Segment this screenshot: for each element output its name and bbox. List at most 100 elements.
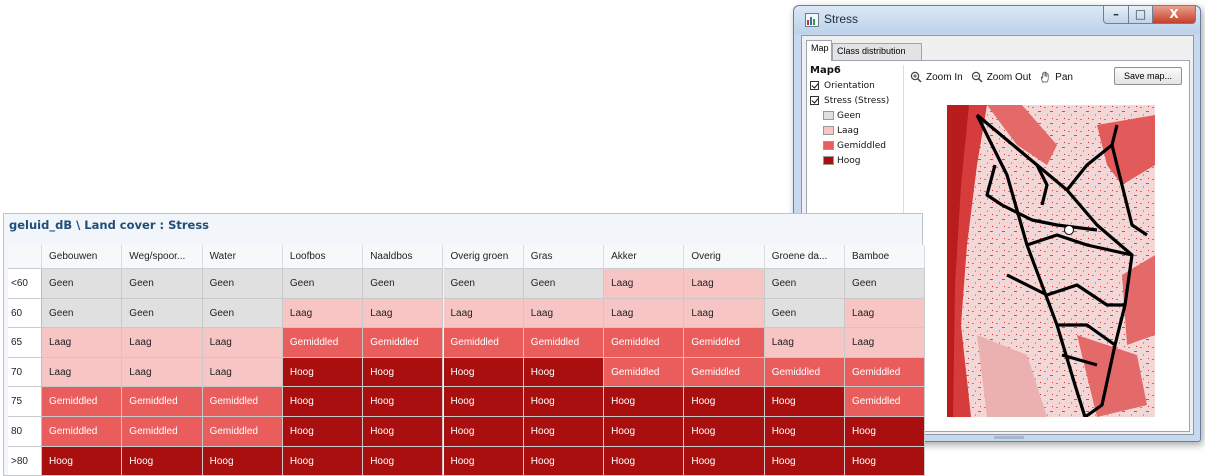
orientation-checkbox[interactable] (810, 81, 819, 90)
table-cell[interactable]: Gemiddled (764, 357, 845, 388)
table-cell[interactable]: Geen (282, 269, 364, 299)
table-cell[interactable]: Gemiddled (604, 328, 685, 358)
table-cell[interactable]: Gemiddled (282, 328, 364, 358)
table-cell[interactable]: Laag (42, 328, 123, 358)
table-cell[interactable]: Hoog (443, 357, 524, 388)
tab-class-distribution[interactable]: Class distribution (832, 43, 922, 60)
table-cell[interactable]: Geen (42, 298, 123, 329)
table-cell[interactable]: Hoog (523, 387, 605, 417)
column-header[interactable]: Gras (523, 245, 605, 269)
table-cell[interactable]: Geen (122, 269, 203, 299)
table-cell[interactable]: Hoog (443, 446, 524, 476)
column-header[interactable]: Water (202, 245, 283, 269)
table-cell[interactable]: Geen (764, 298, 845, 329)
pan-tool[interactable]: Pan (1039, 71, 1073, 83)
table-cell[interactable]: Gemiddled (202, 417, 283, 447)
table-cell[interactable]: Hoog (764, 446, 845, 476)
table-cell[interactable]: Geen (523, 269, 605, 299)
zoom-in-tool[interactable]: Zoom In (910, 71, 963, 83)
table-cell[interactable]: Hoog (42, 446, 123, 476)
table-cell[interactable]: Laag (202, 328, 283, 358)
table-cell[interactable]: Gemiddled (684, 357, 765, 388)
table-cell[interactable]: Gemiddled (202, 387, 283, 417)
table-cell[interactable]: Hoog (604, 417, 685, 447)
table-cell[interactable]: Hoog (764, 387, 845, 417)
table-cell[interactable]: Laag (604, 298, 685, 329)
table-cell[interactable]: Geen (42, 269, 123, 299)
table-cell[interactable]: Laag (443, 298, 524, 329)
table-cell[interactable]: Hoog (363, 417, 444, 447)
minimize-button[interactable]: – (1103, 6, 1129, 24)
table-cell[interactable]: Hoog (443, 387, 524, 417)
column-header[interactable]: Gebouwen (42, 245, 123, 269)
table-cell[interactable]: Hoog (845, 446, 926, 476)
table-cell[interactable]: Hoog (684, 417, 765, 447)
table-cell[interactable]: Geen (845, 269, 926, 299)
table-cell[interactable]: Geen (764, 269, 845, 299)
table-cell[interactable]: Hoog (202, 446, 283, 476)
table-cell[interactable]: Hoog (363, 357, 444, 388)
table-cell[interactable]: Hoog (684, 446, 765, 476)
stress-checkbox[interactable] (810, 96, 819, 105)
column-header[interactable]: Akker (604, 245, 685, 269)
table-cell[interactable]: Hoog (684, 387, 765, 417)
table-cell[interactable]: Gemiddled (363, 328, 444, 358)
table-cell[interactable]: Hoog (845, 417, 926, 447)
column-header[interactable]: Groene da... (764, 245, 845, 269)
table-cell[interactable]: Laag (202, 357, 283, 388)
table-cell[interactable]: Gemiddled (604, 357, 685, 388)
legend-layer-stress[interactable]: Stress (Stress) (810, 93, 900, 108)
table-cell[interactable]: Gemiddled (122, 417, 203, 447)
table-cell[interactable]: Hoog (122, 446, 203, 476)
column-header[interactable]: Bamboe (845, 245, 926, 269)
table-cell[interactable]: Laag (764, 328, 845, 358)
table-cell[interactable]: Gemiddled (42, 387, 123, 417)
resize-handle[interactable] (994, 436, 1024, 439)
table-cell[interactable]: Laag (122, 328, 203, 358)
close-button[interactable]: X (1152, 6, 1196, 24)
column-header[interactable]: Overig groen (443, 245, 524, 269)
table-cell[interactable]: Hoog (604, 446, 685, 476)
column-header[interactable]: Naaldbos (363, 245, 444, 269)
table-cell[interactable]: Gemiddled (684, 328, 765, 358)
column-header[interactable]: Loofbos (282, 245, 364, 269)
table-cell[interactable]: Geen (202, 298, 283, 329)
table-cell[interactable]: Hoog (604, 387, 685, 417)
table-cell[interactable]: Gemiddled (42, 417, 123, 447)
maximize-button[interactable]: □ (1128, 6, 1153, 24)
table-cell[interactable]: Gemiddled (845, 387, 926, 417)
table-cell[interactable]: Laag (684, 298, 765, 329)
table-cell[interactable]: Hoog (523, 417, 605, 447)
save-map-button[interactable]: Save map... (1114, 67, 1182, 85)
column-header[interactable]: Overig (684, 245, 765, 269)
table-cell[interactable]: Hoog (282, 446, 364, 476)
stress-map[interactable] (947, 105, 1155, 417)
table-cell[interactable]: Hoog (363, 446, 444, 476)
table-cell[interactable]: Hoog (282, 357, 364, 388)
table-cell[interactable]: Laag (523, 298, 605, 329)
table-cell[interactable]: Laag (42, 357, 123, 388)
tab-map[interactable]: Map (806, 40, 832, 61)
table-cell[interactable]: Gemiddled (443, 328, 524, 358)
table-cell[interactable]: Laag (282, 298, 364, 329)
table-cell[interactable]: Hoog (363, 387, 444, 417)
column-header[interactable]: Weg/spoor... (122, 245, 203, 269)
table-cell[interactable]: Gemiddled (122, 387, 203, 417)
table-cell[interactable]: Laag (845, 298, 926, 329)
table-cell[interactable]: Laag (684, 269, 765, 299)
table-cell[interactable]: Geen (202, 269, 283, 299)
table-cell[interactable]: Hoog (523, 446, 605, 476)
table-cell[interactable]: Laag (122, 357, 203, 388)
zoom-out-tool[interactable]: Zoom Out (971, 71, 1031, 83)
table-cell[interactable]: Hoog (523, 357, 605, 388)
table-cell[interactable]: Laag (845, 328, 926, 358)
table-cell[interactable]: Hoog (282, 417, 364, 447)
table-cell[interactable]: Laag (363, 298, 444, 329)
table-cell[interactable]: Geen (363, 269, 444, 299)
title-bar[interactable]: Stress – □ X (794, 6, 1200, 34)
table-cell[interactable]: Gemiddled (845, 357, 926, 388)
table-cell[interactable]: Gemiddled (523, 328, 605, 358)
table-cell[interactable]: Hoog (764, 417, 845, 447)
table-cell[interactable]: Hoog (282, 387, 364, 417)
table-cell[interactable]: Laag (604, 269, 685, 299)
